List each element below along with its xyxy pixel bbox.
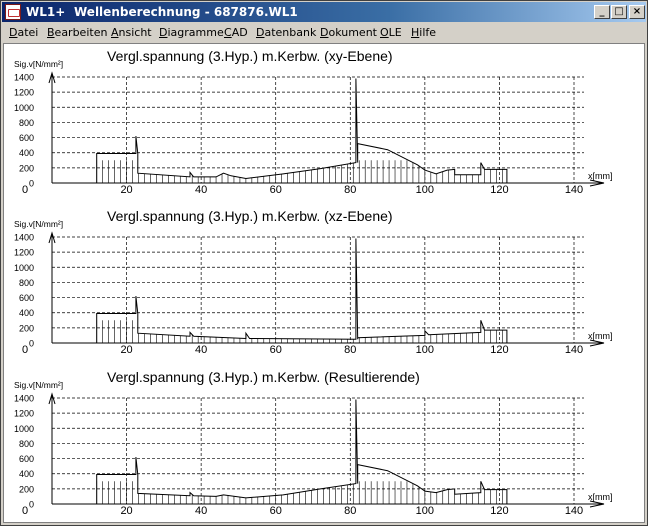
x-tick-label: 20: [120, 184, 132, 196]
menu-datei[interactable]: Datei: [9, 26, 38, 39]
x-tick-label: 120: [490, 344, 508, 356]
y-tick-label: 0: [29, 500, 34, 510]
y-tick-label: 600: [19, 293, 34, 303]
x-tick-label: 120: [490, 184, 508, 196]
y-tick-label: 1000: [14, 424, 34, 434]
x-origin-label: 0: [22, 184, 28, 196]
menu-datenbank[interactable]: Datenbank: [256, 26, 316, 39]
x-tick-label: 40: [195, 344, 207, 356]
chart-title: Vergl.spannung (3.Hyp.) m.Kerbw. (xz-Ebe…: [107, 208, 393, 224]
menu-hilfe[interactable]: Hilfe: [411, 26, 436, 39]
y-tick-label: 800: [19, 118, 34, 128]
window-title: Wellenberechnung - 687876.WL1: [74, 5, 298, 19]
y-tick-label: 1400: [14, 233, 34, 243]
y-tick-label: 400: [19, 469, 34, 479]
y-axis-label: Sig.v[N/mm²]: [14, 219, 63, 229]
stress-curve: [96, 399, 508, 504]
y-tick-label: 0: [29, 179, 34, 189]
x-tick-label: 40: [195, 184, 207, 196]
chart-title: Vergl.spannung (3.Hyp.) m.Kerbw. (xy-Ebe…: [107, 48, 393, 64]
x-tick-label: 80: [344, 505, 356, 517]
chart-panel: Vergl.spannung (3.Hyp.) m.Kerbw. (xy-Ebe…: [14, 48, 613, 196]
x-tick-label: 80: [344, 184, 356, 196]
y-tick-label: 400: [19, 308, 34, 318]
menu-cad[interactable]: CAD: [224, 26, 248, 39]
y-tick-label: 400: [19, 148, 34, 158]
charts-canvas: Vergl.spannung (3.Hyp.) m.Kerbw. (xy-Ebe…: [14, 48, 613, 517]
x-tick-label: 40: [195, 505, 207, 517]
y-axis-label: Sig.v[N/mm²]: [14, 59, 63, 69]
x-tick-label: 60: [270, 184, 282, 196]
x-tick-label: 100: [416, 505, 434, 517]
x-tick-label: 140: [565, 505, 583, 517]
y-tick-label: 200: [19, 484, 34, 494]
y-tick-label: 1400: [14, 73, 34, 83]
y-tick-label: 1000: [14, 103, 34, 113]
x-tick-label: 140: [565, 344, 583, 356]
x-tick-label: 120: [490, 505, 508, 517]
x-tick-label: 100: [416, 184, 434, 196]
menu-dokument[interactable]: Dokument: [320, 26, 377, 39]
x-tick-label: 20: [120, 344, 132, 356]
chart-panel: Vergl.spannung (3.Hyp.) m.Kerbw. (xz-Ebe…: [14, 208, 613, 356]
y-tick-label: 800: [19, 439, 34, 449]
y-tick-label: 1200: [14, 409, 34, 419]
chart-title: Vergl.spannung (3.Hyp.) m.Kerbw. (Result…: [107, 369, 420, 385]
menu-bearbeiten[interactable]: Bearbeiten: [47, 26, 107, 39]
x-axis-label: x[mm]: [588, 492, 613, 502]
menu-ole[interactable]: OLE: [380, 26, 402, 39]
y-tick-label: 200: [19, 323, 34, 333]
y-tick-label: 800: [19, 278, 34, 288]
app-window: WL1+ Wellenberechnung - 687876.WL1 _ □ ×…: [0, 0, 648, 526]
menu-diagramme[interactable]: Diagramme: [159, 26, 224, 39]
x-axis-label: x[mm]: [588, 331, 613, 341]
diagram-area: Vergl.spannung (3.Hyp.) m.Kerbw. (xy-Ebe…: [3, 43, 645, 523]
y-tick-label: 600: [19, 454, 34, 464]
y-tick-label: 0: [29, 339, 34, 349]
title-bar[interactable]: WL1+ Wellenberechnung - 687876.WL1 _ □ ×: [2, 2, 646, 22]
y-axis-label: Sig.v[N/mm²]: [14, 380, 63, 390]
minimize-button[interactable]: _: [594, 5, 610, 19]
y-tick-label: 600: [19, 133, 34, 143]
x-axis-label: x[mm]: [588, 171, 613, 181]
close-button[interactable]: ×: [629, 5, 645, 19]
x-tick-label: 80: [344, 344, 356, 356]
y-tick-label: 1200: [14, 88, 34, 98]
maximize-button[interactable]: □: [611, 5, 627, 19]
chart-panel: Vergl.spannung (3.Hyp.) m.Kerbw. (Result…: [14, 369, 613, 517]
app-icon[interactable]: [5, 4, 21, 20]
x-tick-label: 20: [120, 505, 132, 517]
y-tick-label: 1000: [14, 263, 34, 273]
y-tick-label: 1200: [14, 248, 34, 258]
x-tick-label: 60: [270, 505, 282, 517]
x-origin-label: 0: [22, 505, 28, 517]
x-tick-label: 100: [416, 344, 434, 356]
stress-curve: [96, 238, 508, 343]
y-tick-label: 1400: [14, 394, 34, 404]
app-name: WL1+: [26, 5, 66, 19]
x-origin-label: 0: [22, 344, 28, 356]
y-tick-label: 200: [19, 163, 34, 173]
stress-curve: [96, 78, 508, 183]
x-tick-label: 140: [565, 184, 583, 196]
menu-ansicht[interactable]: Ansicht: [111, 26, 152, 39]
x-tick-label: 60: [270, 344, 282, 356]
menu-bar: Datei Bearbeiten Ansicht Diagramme CAD D…: [2, 23, 646, 42]
